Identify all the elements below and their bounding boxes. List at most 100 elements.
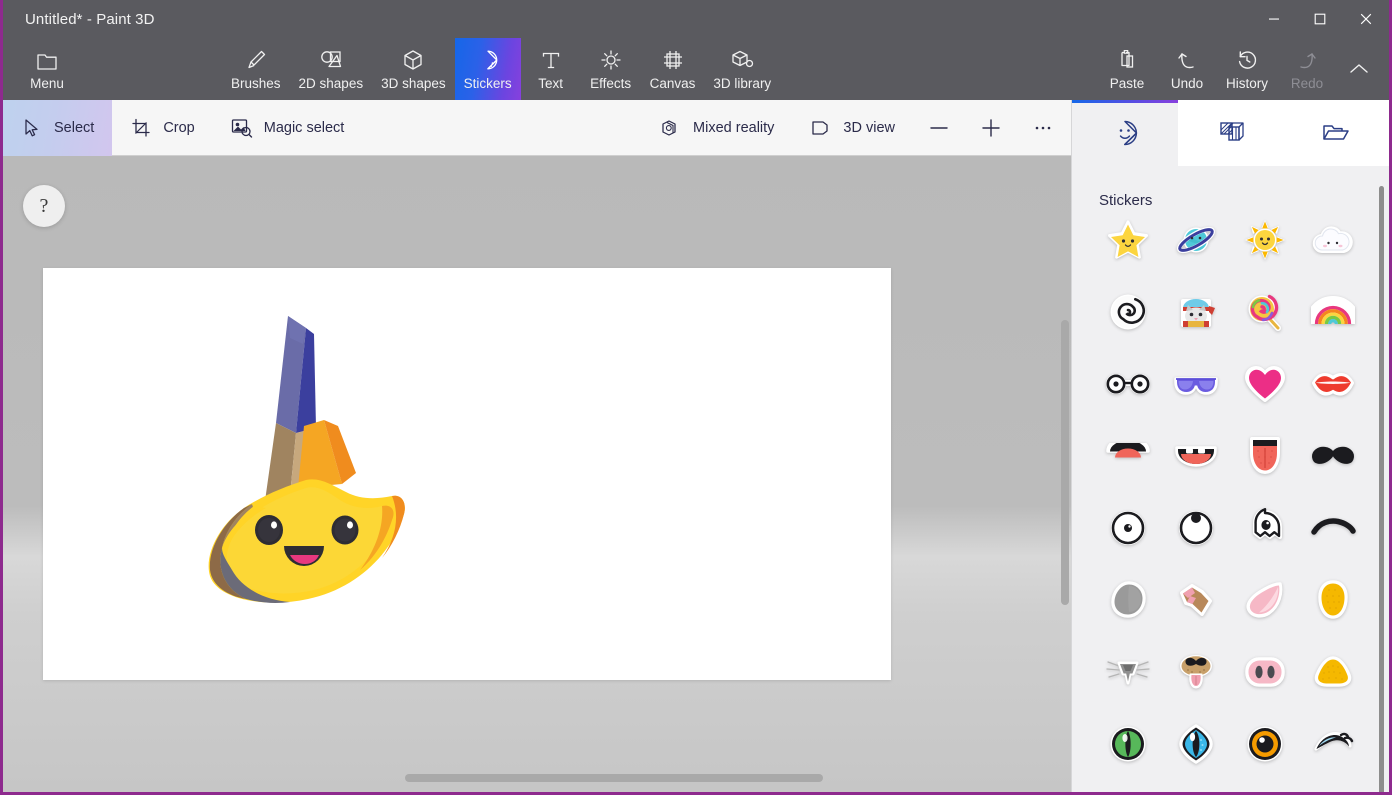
close-button[interactable] [1343,0,1389,38]
magic-select-button[interactable]: Magic select [213,100,363,156]
ribbon-paste-button[interactable]: Paste [1097,38,1157,100]
2d-shapes-icon [318,48,344,72]
sticker-pink-nose[interactable] [1237,572,1293,628]
ribbon-history-button[interactable]: History [1217,38,1277,100]
ribbon-tool-stickers[interactable]: Stickers [454,38,521,100]
ribbon-tool-text[interactable]: Text [521,38,581,100]
minimize-icon [1269,18,1279,20]
panel-scrollbar[interactable] [1379,186,1384,792]
sticker-spiral[interactable] [1100,284,1156,340]
sticker-eyebrow[interactable] [1305,500,1361,556]
sticker-open-mouth[interactable] [1100,428,1156,484]
maximize-button[interactable] [1297,0,1343,38]
crop-tool-label: Crop [163,119,195,136]
3d-view-label: 3D view [843,119,895,136]
crop-tool-button[interactable]: Crop [112,100,212,156]
ribbon-tool-3d-shapes[interactable]: 3D shapes [372,38,455,100]
sticker-eye-dot[interactable] [1100,500,1156,556]
3d-view-button[interactable]: 3D view [792,100,913,156]
sticker-bird-beak[interactable] [1305,644,1361,700]
maximize-icon [1314,13,1326,25]
sticker-lashes-eye[interactable] [1305,716,1361,772]
history-icon [1235,48,1259,72]
sticker-pig-nose[interactable] [1237,644,1293,700]
sticker-green-cat-eye[interactable] [1100,716,1156,772]
kawaii-banana-3d-model[interactable] [156,308,426,608]
folder-open-icon [1323,125,1349,140]
mixed-reality-button[interactable]: Mixed reality [642,100,792,156]
title-bar: Untitled* - Paint 3D [3,0,1389,38]
3d-library-icon [729,48,755,72]
sticker-heart[interactable] [1237,356,1293,412]
ribbon-tool-2d-shapes[interactable]: 2D shapes [290,38,373,100]
tab-custom-stickers[interactable] [1283,100,1389,166]
canvas-horizontal-scrollbar[interactable] [405,774,823,782]
sticker-dog-nose[interactable] [1168,644,1224,700]
ribbon-right-label: Redo [1290,75,1324,91]
canvas-vertical-scrollbar[interactable] [1061,320,1069,605]
drawing-canvas[interactable] [43,268,891,680]
magic-select-icon [231,118,253,138]
minus-icon [930,126,948,129]
sticker-orange-nose[interactable] [1305,572,1361,628]
sticker-smile-teeth[interactable] [1168,428,1224,484]
more-options-button[interactable] [1017,100,1069,156]
sticker-sunglasses[interactable] [1168,356,1224,412]
ribbon-tool-label: Effects [590,75,632,91]
minimize-button[interactable] [1251,0,1297,38]
zoom-in-button[interactable] [965,100,1017,156]
ribbon-tool-3d-library[interactable]: 3D library [704,38,780,100]
ribbon-tool-canvas[interactable]: Canvas [641,38,705,100]
sticker-sun[interactable] [1237,212,1293,268]
tool-options-bar: Select Crop Magic select Mixed reality 3… [3,99,1077,156]
sticker-orange-eye[interactable] [1237,716,1293,772]
sticker-eye-angry[interactable] [1237,500,1293,556]
redo-icon [1295,48,1319,72]
tab-textures[interactable] [1177,100,1284,166]
sticker-eye-top[interactable] [1168,500,1224,556]
sticker-mustache[interactable] [1305,428,1361,484]
sticker-blue-cat-eye[interactable] [1168,716,1224,772]
paste-icon [1115,48,1139,72]
paint3d-window: Untitled* - Paint 3D Menu Brushes 2D sha… [0,0,1392,795]
ribbon-tool-label: Stickers [463,75,512,91]
sticker-tongue[interactable] [1237,428,1293,484]
tab-stickers[interactable] [1072,100,1178,166]
sticker-round-glasses[interactable] [1100,356,1156,412]
plus-icon [982,118,1000,137]
brush-icon [244,48,268,72]
ribbon-spacer [780,38,1097,100]
sticker-cat-nose[interactable] [1100,644,1156,700]
select-tool-button[interactable]: Select [3,99,113,156]
cursor-icon [21,118,43,138]
sticker-star[interactable] [1100,212,1156,268]
sticker-cloud[interactable] [1305,212,1361,268]
ribbon-right-label: History [1225,75,1268,91]
help-label: ? [39,194,49,217]
collapse-ribbon-button[interactable] [1337,38,1381,100]
sticker-beak[interactable] [1168,572,1224,628]
sticker-rainbow[interactable] [1305,284,1361,340]
ribbon-menu-label: Menu [30,75,64,91]
ribbon-redo-button[interactable]: Redo [1277,38,1337,100]
stickers-panel: Stickers [1071,100,1389,792]
sticker-lips[interactable] [1305,356,1361,412]
ribbon-tool-brushes[interactable]: Brushes [222,38,290,100]
chevron-up-icon [1350,64,1368,73]
ribbon-menu-button[interactable]: Menu [17,38,77,100]
sticker-cat-warrior[interactable] [1168,284,1224,340]
sticker-planet[interactable] [1168,212,1224,268]
ribbon-tool-label: Canvas [649,75,696,91]
sticker-lollipop[interactable] [1237,284,1293,340]
ribbon-tool-effects[interactable]: Effects [581,38,641,100]
sticker-gray-nose[interactable] [1100,572,1156,628]
zoom-out-button[interactable] [913,100,965,156]
ribbon-undo-button[interactable]: Undo [1157,38,1217,100]
ribbon-tool-label: 3D shapes [381,75,446,91]
close-icon [1360,13,1372,25]
window-controls [1251,0,1389,38]
3d-view-icon [810,118,832,138]
ribbon-tool-label: 3D library [713,75,772,91]
3d-workspace[interactable]: ? [3,156,1077,792]
help-button[interactable]: ? [23,185,65,227]
